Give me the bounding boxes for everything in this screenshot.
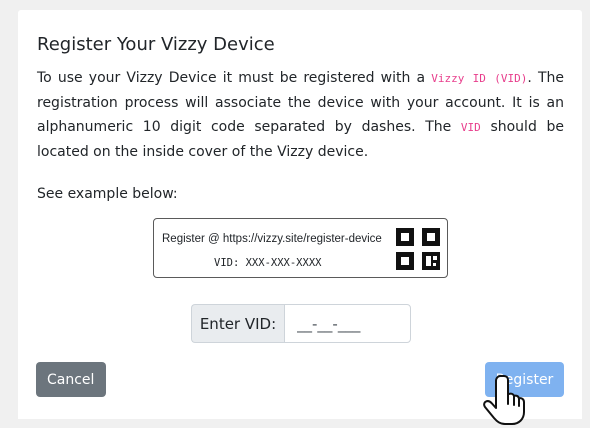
modal-title: Register Your Vizzy Device — [37, 34, 275, 55]
modal-description: To use your Vizzy Device it must be regi… — [37, 66, 564, 164]
register-device-modal: Register Your Vizzy Device To use your V… — [18, 10, 582, 425]
qr-code-icon — [396, 228, 440, 270]
cancel-button[interactable]: Cancel — [36, 362, 106, 397]
example-register-url: Register @ https://vizzy.site/register-d… — [162, 233, 382, 245]
vizzy-id-code: Vizzy ID (VID) — [431, 72, 528, 85]
example-vid-format: VID: XXX-XXX-XXXX — [214, 257, 322, 269]
vid-input[interactable] — [284, 304, 411, 343]
vid-input-group: Enter VID: — [191, 304, 411, 343]
register-button[interactable]: Register — [485, 362, 564, 397]
vid-code: VID — [460, 121, 481, 134]
description-text-1: To use your Vizzy Device it must be regi… — [37, 70, 432, 86]
vid-field-label: Enter VID: — [191, 304, 284, 343]
example-label-card: Register @ https://vizzy.site/register-d… — [153, 218, 448, 278]
see-example-label: See example below: — [37, 186, 178, 202]
